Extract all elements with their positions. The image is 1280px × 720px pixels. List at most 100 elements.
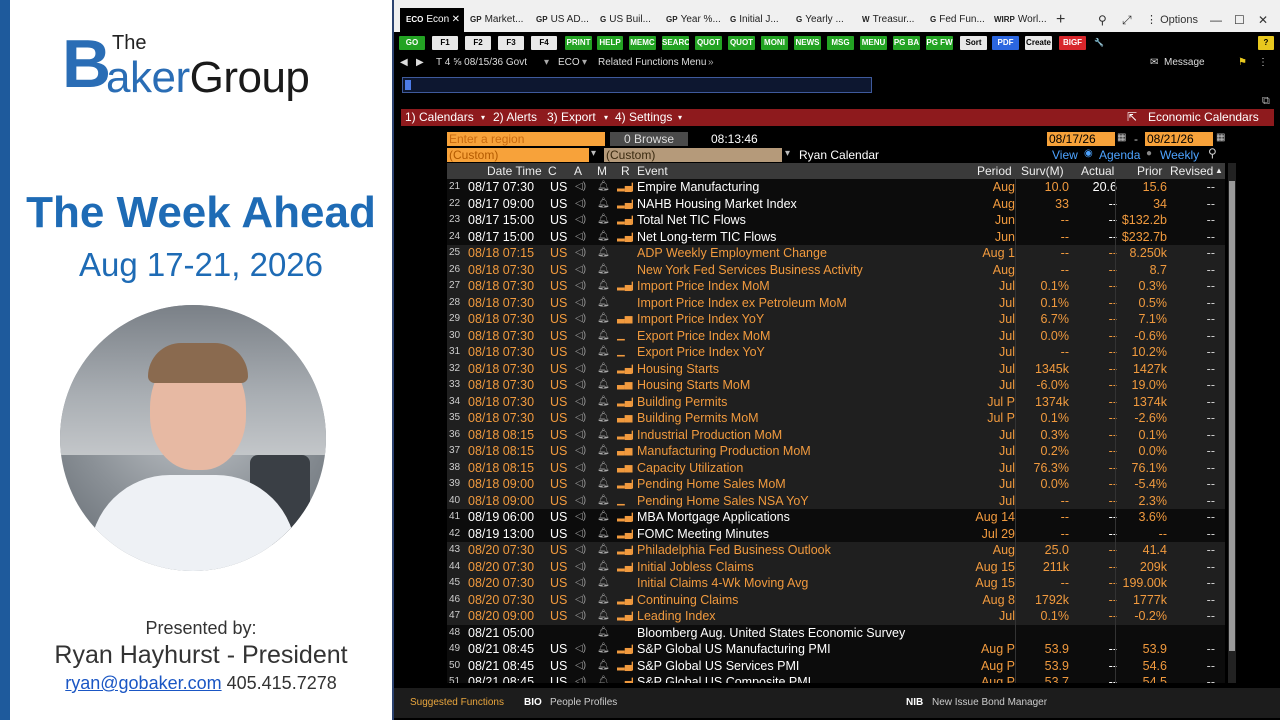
bigf-button[interactable]: BIGF <box>1059 36 1086 50</box>
tab-market[interactable]: GP Market... <box>470 8 532 32</box>
flag-icon[interactable]: ⚑ <box>1238 54 1247 72</box>
table-row[interactable]: 47 08/20 09:00 US Leading Index Jul 0.1% -- -0.… <box>447 608 1225 625</box>
table-row[interactable]: 21 08/17 07:30 US Empire Manufacturing Aug 10… <box>447 179 1225 196</box>
calendar-icon[interactable]: ▦ <box>1117 132 1126 143</box>
table-row[interactable]: 46 08/20 07:30 US Continuing Claims Aug 8 179… <box>447 591 1225 608</box>
alerts-menu[interactable]: 2) Alerts <box>493 109 537 126</box>
speaker-icon[interactable]: ◁) <box>575 394 587 411</box>
col-surv[interactable]: Surv(M) <box>1021 163 1064 179</box>
bell-icon[interactable]: 🔔︎ <box>597 443 609 460</box>
weekly-radio[interactable]: ● <box>1146 148 1152 159</box>
bell-icon[interactable]: 🔔︎ <box>597 575 609 592</box>
f3-button[interactable]: F3 <box>498 36 524 50</box>
bell-icon[interactable]: 🔔︎ <box>597 328 609 345</box>
speaker-icon[interactable]: ◁) <box>575 328 587 345</box>
chevron-down-icon[interactable]: ▾ <box>591 148 596 159</box>
table-row[interactable]: 50 08/21 08:45 US S&P Global US Services PM… <box>447 657 1225 674</box>
speaker-icon[interactable]: ◁) <box>575 526 587 543</box>
bell-icon[interactable]: 🔔︎ <box>597 311 609 328</box>
calendar-icon[interactable]: ▦ <box>1216 132 1225 143</box>
speaker-icon[interactable]: ◁) <box>575 377 587 394</box>
function-selector[interactable]: ECO <box>558 54 580 72</box>
maximize-icon[interactable]: ☐ <box>1234 8 1245 32</box>
speaker-icon[interactable]: ◁) <box>575 575 587 592</box>
speaker-icon[interactable]: ◁) <box>575 542 587 559</box>
col-m[interactable]: M <box>597 163 607 179</box>
table-row[interactable]: 24 08/17 15:00 US Net Long-term TIC Flows Ju… <box>447 228 1225 246</box>
go-button[interactable]: GO <box>399 36 425 50</box>
presenter-email-link[interactable]: ryan@gobaker.com <box>65 673 221 693</box>
table-row[interactable]: 45 08/20 07:30 US Initial Claims 4-Wk Movin… <box>447 575 1225 592</box>
bell-icon[interactable]: 🔔︎ <box>597 278 609 295</box>
close-window-icon[interactable]: ✕ <box>1258 8 1268 32</box>
speaker-icon[interactable]: ◁) <box>575 361 587 378</box>
table-row[interactable]: 51 08/21 08:45 US S&P Global US Composite P… <box>447 674 1225 683</box>
page-back-button[interactable]: PG BA <box>893 36 920 50</box>
speaker-icon[interactable]: ◁) <box>575 410 587 427</box>
table-row[interactable]: 48 08/21 05:00 Bloomberg Aug. United State… <box>447 624 1225 641</box>
date-to-input[interactable]: 08/21/26 <box>1145 132 1213 146</box>
browse-button[interactable]: 0 Browse <box>610 132 688 146</box>
bell-icon[interactable]: 🔔︎ <box>597 509 609 526</box>
f4-button[interactable]: F4 <box>531 36 557 50</box>
col-actual[interactable]: Actual <box>1081 163 1114 179</box>
col-c[interactable]: C <box>548 163 557 179</box>
bell-icon[interactable]: 🔔︎ <box>597 460 609 477</box>
bio-function-code[interactable]: BIO <box>524 688 542 718</box>
f2-button[interactable]: F2 <box>465 36 491 50</box>
quote2-button[interactable]: QUOT <box>728 36 755 50</box>
bell-icon[interactable]: 🔔︎ <box>597 196 609 213</box>
agenda-label[interactable]: Agenda <box>1099 148 1140 162</box>
close-tab-icon[interactable]: ✕ <box>452 8 460 32</box>
bell-icon[interactable]: 🔔︎ <box>597 212 609 229</box>
chevron-down-icon[interactable]: ▾ <box>544 54 549 72</box>
table-row[interactable]: 22 08/17 09:00 US NAHB Housing Market Index… <box>447 195 1225 213</box>
table-row[interactable]: 26 08/18 07:30 US New York Fed Services Bus… <box>447 261 1225 279</box>
search-button[interactable]: SEARC <box>662 36 689 50</box>
chevron-down-icon[interactable]: ▾ <box>678 109 682 126</box>
speaker-icon[interactable]: ◁) <box>575 262 587 279</box>
menu-button[interactable]: MENU <box>860 36 887 50</box>
bell-icon[interactable]: 🔔︎ <box>597 361 609 378</box>
security-selector[interactable]: T 4 ⅝ 08/15/36 Govt <box>436 54 527 72</box>
chevron-down-icon[interactable]: ▾ <box>604 109 608 126</box>
message-button[interactable]: Message <box>1164 54 1205 72</box>
search-icon[interactable]: ⚲ <box>1098 8 1107 32</box>
quote-button[interactable]: QUOT <box>695 36 722 50</box>
bell-icon[interactable]: 🔔︎ <box>597 410 609 427</box>
date-from-input[interactable]: 08/17/26 <box>1047 132 1115 146</box>
external-link-icon[interactable]: ⇱ <box>1127 109 1137 126</box>
col-r[interactable]: R <box>621 163 630 179</box>
weekly-label[interactable]: Weekly <box>1160 148 1199 162</box>
custom-filter-1[interactable]: (Custom) <box>447 148 589 162</box>
speaker-icon[interactable]: ◁) <box>575 608 587 625</box>
sort-up-icon[interactable]: ▲ <box>1215 163 1223 179</box>
chevron-down-icon[interactable]: ▾ <box>481 109 485 126</box>
scrollbar-thumb[interactable] <box>1229 181 1235 651</box>
bell-icon[interactable]: 🔔︎ <box>597 493 609 510</box>
settings-menu[interactable]: 4) Settings <box>615 109 672 126</box>
wrench-icon[interactable]: 🔧 <box>1092 36 1106 50</box>
page-forward-button[interactable]: PG FW <box>926 36 953 50</box>
chevron-down-icon[interactable]: ▾ <box>582 54 587 72</box>
message-icon[interactable]: ✉ <box>1150 54 1158 72</box>
speaker-icon[interactable]: ◁) <box>575 344 587 361</box>
help-question-icon[interactable]: ? <box>1258 36 1274 50</box>
bell-icon[interactable]: 🔔︎ <box>597 262 609 279</box>
table-row[interactable]: 44 08/20 07:30 US Initial Jobless Claims Aug… <box>447 558 1225 575</box>
economic-calendars-link[interactable]: Economic Calendars <box>1148 109 1259 126</box>
bell-icon[interactable]: 🔔︎ <box>597 608 609 625</box>
chevron-down-icon[interactable]: ▾ <box>785 148 790 159</box>
speaker-icon[interactable]: ◁) <box>575 443 587 460</box>
monitor-button[interactable]: MONI <box>761 36 788 50</box>
speaker-icon[interactable]: ◁) <box>575 427 587 444</box>
zoom-search-icon[interactable]: ⚲ <box>1208 146 1217 160</box>
bell-icon[interactable]: 🔔︎ <box>597 641 609 658</box>
msg-button[interactable]: MSG <box>827 36 854 50</box>
speaker-icon[interactable]: ◁) <box>575 179 587 196</box>
table-row[interactable]: 38 08/18 08:15 US Capacity Utilization Jul 76… <box>447 459 1225 477</box>
bell-icon[interactable]: 🔔︎ <box>597 394 609 411</box>
bell-icon[interactable]: 🔔︎ <box>597 542 609 559</box>
table-row[interactable]: 42 08/19 13:00 US FOMC Meeting Minutes Jul 2… <box>447 525 1225 543</box>
speaker-icon[interactable]: ◁) <box>575 229 587 246</box>
